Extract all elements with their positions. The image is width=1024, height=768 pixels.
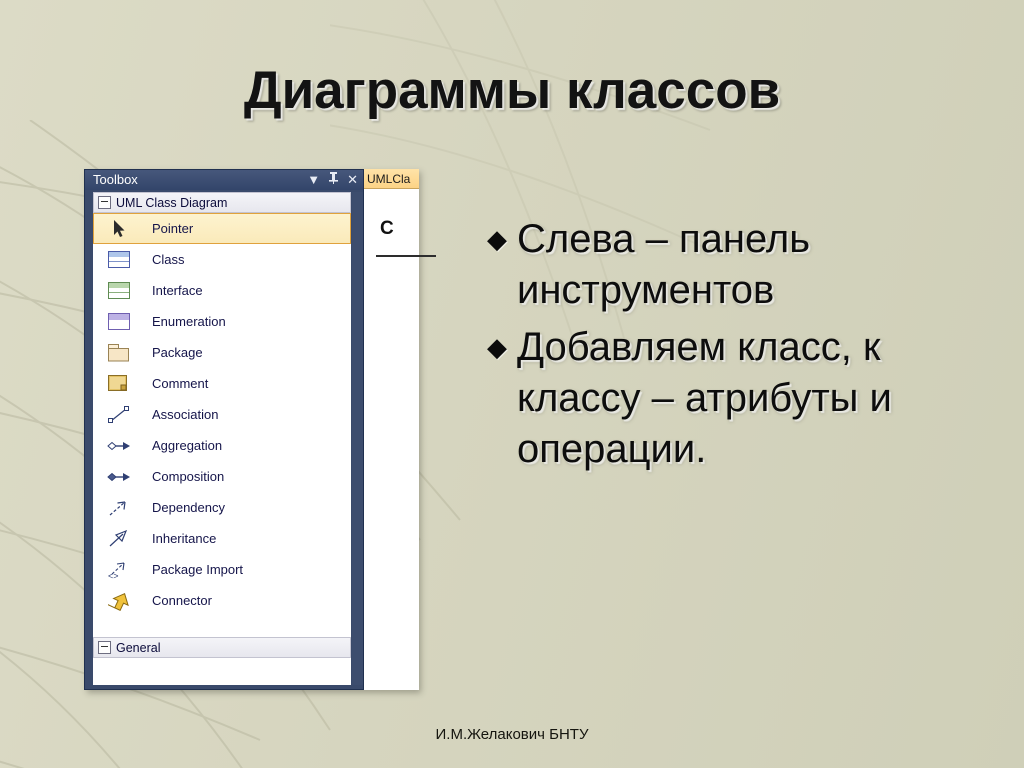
toolbox-window: Toolbox ▼ ✕ UML Class Diagram Pointer Cl… [84, 169, 364, 690]
toolbox-item-inheritance[interactable]: Inheritance [93, 523, 351, 554]
document-pane: UMLCla C [363, 169, 436, 690]
toolbox-item-label: Class [152, 252, 185, 267]
close-icon[interactable]: ✕ [347, 170, 358, 190]
toolbox-item-label: Package [152, 345, 203, 360]
toolbox-item-label: Enumeration [152, 314, 226, 329]
class-icon [102, 249, 136, 271]
aggregation-icon [102, 435, 136, 457]
chevron-down-icon[interactable]: ▼ [307, 170, 320, 190]
toolbox-group-label: General [116, 640, 161, 655]
toolbox-group-general[interactable]: General [93, 637, 351, 658]
svg-text:<>: <> [108, 571, 119, 580]
list-item: ◆ Слева – панель инструментов [487, 214, 1007, 316]
toolbox-item-interface[interactable]: Interface [93, 275, 351, 306]
slide-footer: И.М.Желакович БНТУ [435, 726, 589, 743]
toolbox-title: Toolbox [93, 172, 138, 187]
document-tab[interactable]: UMLCla [364, 169, 419, 189]
pointer-icon [102, 218, 136, 240]
toolbox-group-uml-class-diagram[interactable]: UML Class Diagram [93, 192, 351, 213]
toolbox-content: UML Class Diagram Pointer Class Interfac… [93, 192, 351, 685]
diagram-canvas[interactable]: C [364, 190, 436, 690]
list-item: ◆ Добавляем класс, к классу – атрибуты и… [487, 322, 1007, 475]
toolbox-item-label: Interface [152, 283, 203, 298]
association-icon [102, 404, 136, 426]
bullet-diamond-icon: ◆ [487, 224, 507, 254]
toolbox-scrollbar[interactable] [352, 192, 363, 685]
toolbox-item-label: Connector [152, 593, 212, 608]
screenshot-composite: UMLCla C Toolbox ▼ ✕ UML Class Diagram P… [84, 169, 436, 690]
toolbox-item-comment[interactable]: Comment [93, 368, 351, 399]
pin-icon-svg [329, 172, 339, 184]
toolbox-item-association[interactable]: Association [93, 399, 351, 430]
bullet-list: ◆ Слева – панель инструментов ◆ Добавляе… [487, 214, 1007, 481]
page-title: Диаграммы классов [243, 61, 781, 120]
enumeration-icon [102, 311, 136, 333]
collapse-icon[interactable] [98, 196, 111, 209]
toolbox-item-label: Pointer [152, 221, 194, 236]
class-shape-label: C [380, 218, 394, 239]
toolbox-item-package[interactable]: Package [93, 337, 351, 368]
toolbox-item-label: Composition [152, 469, 225, 484]
toolbox-item-package-import[interactable]: <> Package Import [93, 554, 351, 585]
toolbox-item-label: Association [152, 407, 219, 422]
bullet-text: Слева – панель инструментов [517, 217, 811, 312]
toolbox-item-aggregation[interactable]: Aggregation [93, 430, 351, 461]
composition-icon [102, 466, 136, 488]
slide-canvas: Диаграммы классов UMLCla C Toolbox ▼ ✕ U… [0, 0, 1024, 768]
inheritance-icon [102, 528, 136, 550]
bullet-text: Добавляем класс, к классу – атрибуты и о… [517, 325, 892, 471]
collapse-icon[interactable] [98, 641, 111, 654]
toolbox-group-label: UML Class Diagram [116, 195, 228, 210]
package-import-icon: <> [102, 559, 136, 581]
connector-icon [102, 590, 136, 612]
dependency-icon [102, 497, 136, 519]
toolbox-item-label: Aggregation [152, 438, 223, 453]
toolbox-window-buttons: ▼ ✕ [307, 170, 358, 190]
toolbox-item-pointer[interactable]: Pointer [93, 213, 351, 244]
toolbox-item-label: Package Import [152, 562, 244, 577]
toolbox-item-enumeration[interactable]: Enumeration [93, 306, 351, 337]
toolbox-item-connector[interactable]: Connector [93, 585, 351, 616]
pin-icon[interactable] [329, 170, 339, 190]
package-icon [102, 342, 136, 364]
toolbox-title-bar[interactable]: Toolbox ▼ ✕ [85, 170, 363, 190]
toolbox-item-dependency[interactable]: Dependency [93, 492, 351, 523]
bullet-diamond-icon: ◆ [487, 332, 507, 362]
toolbox-group-general-wrap: General [93, 637, 351, 658]
comment-icon [102, 373, 136, 395]
toolbox-item-composition[interactable]: Composition [93, 461, 351, 492]
toolbox-item-class[interactable]: Class [93, 244, 351, 275]
toolbox-item-label: Inheritance [152, 531, 217, 546]
interface-icon [102, 280, 136, 302]
toolbox-item-label: Comment [152, 376, 209, 391]
toolbox-item-label: Dependency [152, 500, 225, 515]
